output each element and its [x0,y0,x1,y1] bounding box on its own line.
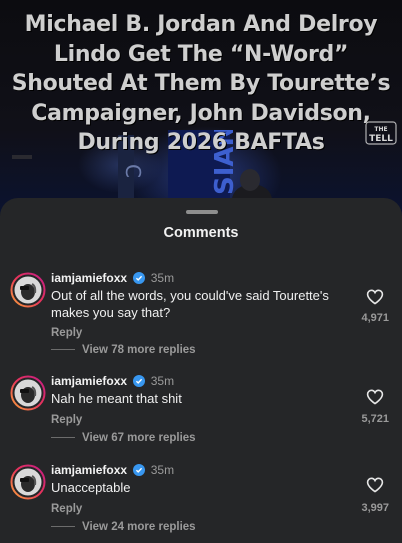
view-replies-button[interactable]: View 24 more replies [51,521,196,533]
post-headline: Michael B. Jordan And Delroy Lindo Get T… [11,12,391,155]
reply-button[interactable]: Reply [51,414,82,426]
post-image[interactable]: C SIAN Michael B. Jordan And Delroy Lind… [0,0,402,215]
comment-meta: iamjamiefoxx 35m [51,463,174,479]
svg-text:THE: THE [374,126,387,133]
screen: C SIAN Michael B. Jordan And Delroy Lind… [0,0,402,543]
view-replies-button[interactable]: View 78 more replies [51,344,196,356]
like-count: 4,971 [361,312,389,324]
comment-meta: iamjamiefoxx 35m [51,374,174,390]
sheet-drag-handle[interactable] [186,210,218,214]
comment-item: iamjamiefoxx 35m Unacceptable Reply View… [0,462,402,543]
heart-icon[interactable] [366,289,384,305]
avatar[interactable] [10,375,46,411]
reply-button[interactable]: Reply [51,503,82,515]
comment-text: Nah he meant that shit [51,391,182,406]
comment-time: 35m [150,374,175,388]
comment-text: Unacceptable [51,480,131,495]
reply-button[interactable]: Reply [51,327,82,339]
comment-username[interactable]: iamjamiefoxx [51,463,127,477]
verified-badge-icon [133,272,146,284]
svg-text:TELL: TELL [369,134,393,144]
comment-username[interactable]: iamjamiefoxx [51,374,127,388]
avatar[interactable] [10,272,46,308]
sheet-title: Comments [163,225,239,241]
avatar[interactable] [10,464,46,500]
replies-divider-line [51,437,75,439]
comment-time: 35m [150,271,175,285]
replies-divider-line [51,349,75,351]
verified-badge-icon [133,375,146,387]
heart-icon[interactable] [366,477,384,493]
replies-divider-line [51,526,75,528]
comment-item: iamjamiefoxx 35m Out of all the words, y… [0,270,402,362]
like-count: 5,721 [361,413,389,425]
view-replies-label: View 24 more replies [82,521,196,533]
comment-time: 35m [150,463,175,477]
brand-logo: THE TELL [365,121,397,145]
heart-icon[interactable] [366,389,384,405]
view-replies-label: View 67 more replies [82,432,196,444]
verified-badge-icon [133,464,146,476]
comment-username[interactable]: iamjamiefoxx [51,271,127,285]
view-replies-button[interactable]: View 67 more replies [51,432,196,444]
comment-text: Out of all the words, you could've said … [51,288,329,320]
comment-meta: iamjamiefoxx 35m [51,271,174,287]
like-count: 3,997 [361,502,389,514]
comment-item: iamjamiefoxx 35m Nah he meant that shit … [0,373,402,465]
svg-text:C: C [121,164,145,178]
comments-sheet: Comments iamjamiefoxx 35m Out of all the… [0,198,402,543]
view-replies-label: View 78 more replies [82,344,196,356]
